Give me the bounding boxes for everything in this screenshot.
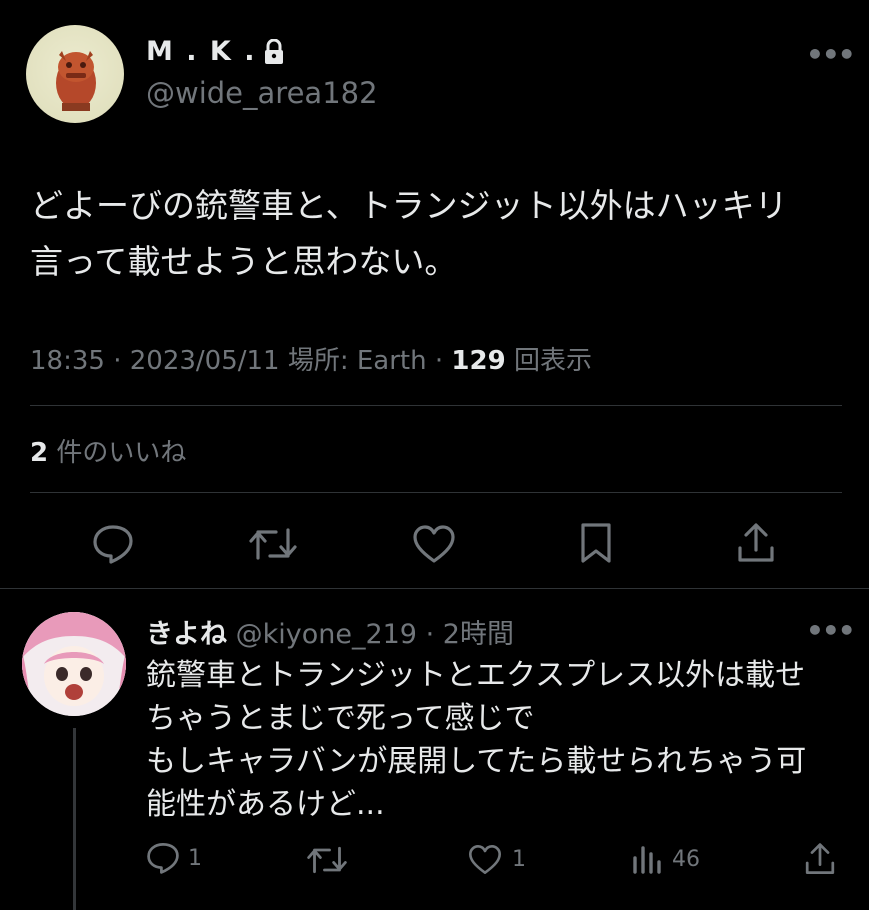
reply-icon xyxy=(147,843,179,874)
tweet-text-line: 言って載せようと思わない。 xyxy=(30,242,458,281)
tweet-text: どよーびの銃警車と、トランジット以外はハッキリ 言って載せようと思わない。 xyxy=(30,178,850,290)
tweet-location[interactable]: 場所: Earth xyxy=(288,346,427,376)
retweet-icon xyxy=(307,846,347,874)
bookmark-icon[interactable] xyxy=(580,522,612,568)
meta-separator: · xyxy=(113,346,130,376)
author-avatar[interactable] xyxy=(26,25,124,123)
tweet-text-line: どよーびの銃警車と、トランジット以外はハッキリ xyxy=(30,186,788,225)
reply-text-line: ちゃうとまじで死って感じで xyxy=(146,701,535,736)
reply-share-button[interactable] xyxy=(804,842,836,880)
reply-retweet-button[interactable] xyxy=(306,845,348,879)
reply-like-button[interactable]: 1 xyxy=(468,844,526,875)
reply-author-name[interactable]: きよね xyxy=(146,619,227,650)
reply-author-avatar[interactable] xyxy=(22,612,126,716)
author-handle[interactable]: @wide_area182 xyxy=(146,76,378,110)
reply-text-line: 能性があるけど... xyxy=(146,787,385,822)
shisa-figure-icon xyxy=(56,51,96,111)
meta-separator: · xyxy=(425,619,435,650)
reply-header: きよね @kiyone_219 · 2時間 xyxy=(146,612,514,651)
views-count: 46 xyxy=(672,846,700,872)
author-name-row[interactable]: M . K . xyxy=(146,36,285,67)
anime-character-icon xyxy=(22,612,126,716)
reply-author-handle[interactable]: @kiyone_219 xyxy=(236,619,417,650)
like-icon xyxy=(469,845,501,874)
reply-more-options-icon[interactable]: ••• xyxy=(806,614,856,647)
like-icon[interactable] xyxy=(412,524,456,568)
tweet-date[interactable]: 2023/05/11 xyxy=(130,346,280,376)
divider xyxy=(30,405,842,406)
reply-text: 銃警車とトランジットとエクスプレス以外は載せ ちゃうとまじで死って感じで もしキ… xyxy=(146,654,846,826)
tweet-time[interactable]: 18:35 xyxy=(30,346,105,376)
likes-summary[interactable]: 2 件のいいね xyxy=(30,432,186,469)
author-name[interactable]: M . K . xyxy=(146,36,257,67)
share-icon xyxy=(805,843,835,874)
meta-separator: · xyxy=(434,346,452,376)
likes-count: 2 xyxy=(30,438,49,468)
reply-text-line: 銃警車とトランジットとエクスプレス以外は載せ xyxy=(146,658,806,693)
section-divider xyxy=(0,588,869,589)
reply-text-line: もしキャラバンが展開してたら載せられちゃう可 xyxy=(146,744,807,779)
retweet-icon[interactable] xyxy=(248,526,298,566)
tweet-meta: 18:35 · 2023/05/11 場所: Earth · 129 回表示 xyxy=(30,340,592,377)
share-icon[interactable] xyxy=(736,522,776,568)
views-count: 129 xyxy=(451,346,506,376)
reply-time[interactable]: 2時間 xyxy=(443,619,514,650)
views-label: 回表示 xyxy=(513,346,592,376)
reply-reply-button[interactable]: 1 xyxy=(146,842,202,874)
reply-icon[interactable] xyxy=(92,524,134,568)
more-options-icon[interactable]: ••• xyxy=(806,38,856,71)
views-chart-icon xyxy=(633,846,661,874)
likes-label: 件のいいね xyxy=(56,438,187,468)
thread-line xyxy=(73,728,76,910)
divider xyxy=(30,492,842,493)
like-count: 1 xyxy=(512,847,526,872)
reply-views-button[interactable]: 46 xyxy=(632,844,700,874)
lock-icon xyxy=(264,38,283,64)
reply-count: 1 xyxy=(188,845,202,871)
